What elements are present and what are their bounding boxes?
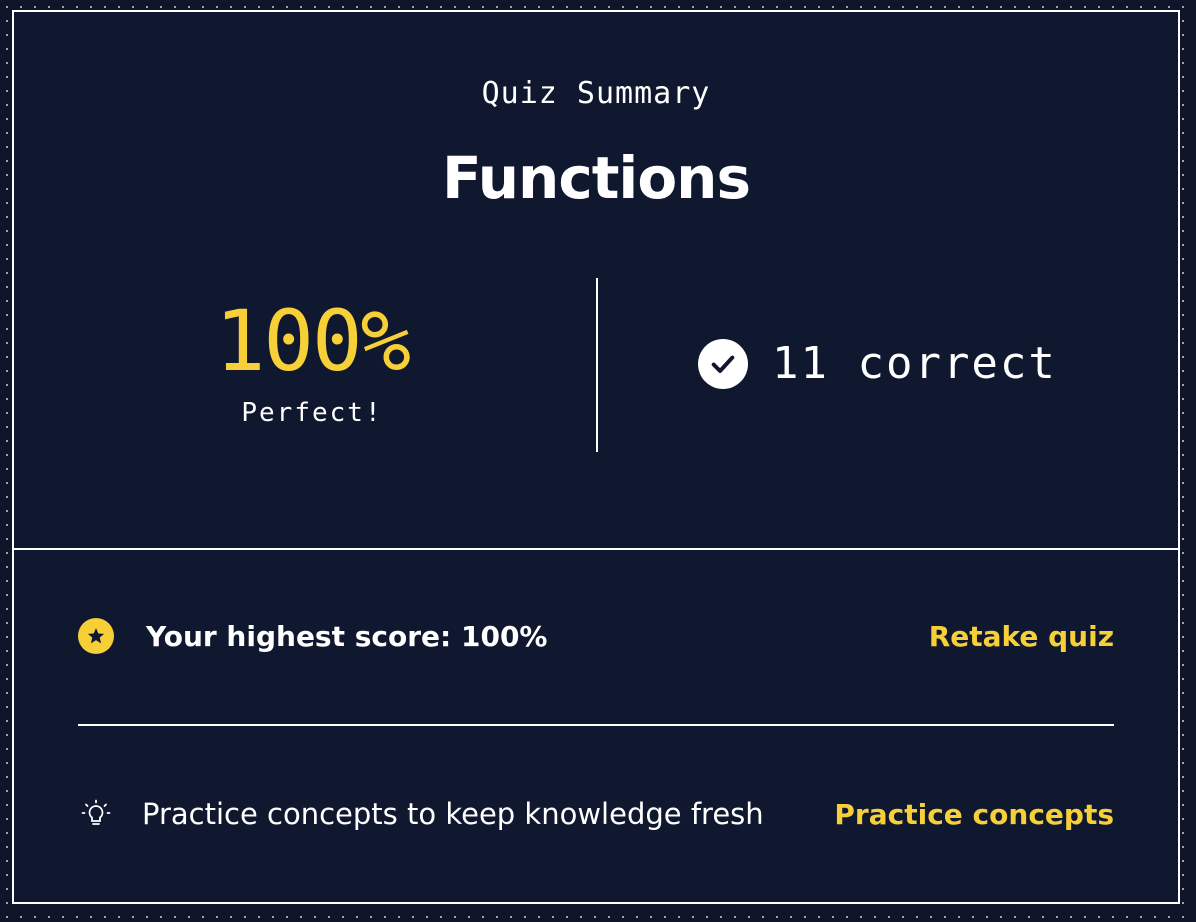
quiz-title: Functions: [442, 144, 751, 212]
score-percentage: 100%: [214, 292, 411, 390]
row-divider: [78, 724, 1114, 726]
star-icon: [78, 618, 114, 654]
highest-score-text: Your highest score: 100%: [146, 619, 548, 653]
quiz-summary-card: Quiz Summary Functions 100% Perfect! 11 …: [12, 10, 1180, 904]
correct-count-block: 11 correct: [698, 338, 1057, 389]
lightbulb-icon: [78, 796, 114, 832]
check-circle-icon: [698, 338, 748, 389]
practice-text: Practice concepts to keep knowledge fres…: [142, 797, 764, 831]
summary-section: Quiz Summary Functions 100% Perfect! 11 …: [14, 12, 1178, 550]
retake-quiz-link[interactable]: Retake quiz: [929, 620, 1114, 653]
section-eyebrow: Quiz Summary: [481, 76, 711, 111]
score-block: 100% Perfect!: [94, 292, 530, 428]
correct-count: 11 correct: [772, 338, 1057, 389]
vertical-divider: [596, 278, 598, 452]
score-label: Perfect!: [241, 398, 383, 428]
practice-concepts-link[interactable]: Practice concepts: [834, 798, 1114, 831]
highest-score-row: Your highest score: 100% Retake quiz: [78, 612, 1114, 660]
practice-row: Practice concepts to keep knowledge fres…: [78, 790, 1114, 838]
